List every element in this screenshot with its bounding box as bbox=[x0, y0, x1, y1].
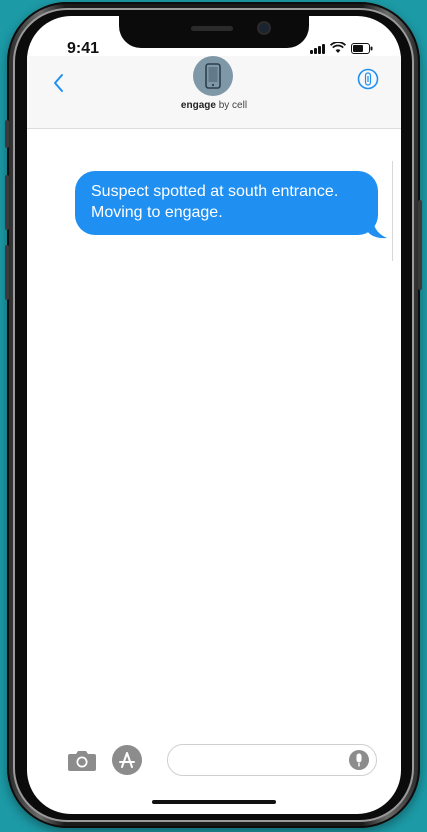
microphone-button[interactable] bbox=[349, 750, 369, 770]
contact-avatar[interactable] bbox=[193, 56, 233, 96]
phone-icon bbox=[205, 63, 221, 89]
signal-icon bbox=[310, 44, 325, 54]
app-store-icon bbox=[119, 752, 135, 768]
silent-switch bbox=[5, 120, 9, 148]
status-icons bbox=[310, 42, 373, 54]
scroll-indicator bbox=[392, 161, 393, 261]
info-icon bbox=[357, 68, 379, 90]
microphone-icon bbox=[356, 753, 362, 767]
message-text: Suspect spotted at south entrance. Movin… bbox=[91, 183, 339, 221]
camera-button[interactable] bbox=[67, 748, 97, 772]
wifi-icon bbox=[330, 42, 346, 53]
contact-name-brand: engage bbox=[180, 100, 216, 111]
stage: 9:41 engage by cell Suspect spotted at s… bbox=[0, 0, 427, 832]
message-bubble-outgoing[interactable]: Suspect spotted at south entrance. Movin… bbox=[75, 171, 378, 235]
front-camera bbox=[259, 23, 269, 33]
phone-screen: 9:41 engage by cell Suspect spotted at s… bbox=[27, 16, 401, 814]
battery-icon bbox=[351, 43, 373, 54]
message-input[interactable] bbox=[167, 744, 377, 776]
bubble-tail bbox=[367, 221, 387, 239]
contact-name-suffix: by cell bbox=[215, 100, 248, 111]
home-indicator[interactable] bbox=[152, 800, 276, 804]
app-store-button[interactable] bbox=[112, 745, 142, 775]
composer-bar bbox=[27, 742, 401, 778]
volume-up-button bbox=[5, 175, 9, 230]
volume-down-button bbox=[5, 245, 9, 300]
power-button bbox=[418, 200, 422, 290]
camera-icon bbox=[68, 751, 96, 771]
conversation-header: engage by cell bbox=[27, 56, 401, 129]
info-button[interactable] bbox=[357, 68, 379, 90]
back-button[interactable] bbox=[49, 70, 69, 96]
chevron-left-icon bbox=[54, 74, 63, 92]
contact-name[interactable]: engage by cell bbox=[27, 100, 401, 111]
notch bbox=[119, 16, 309, 48]
earpiece-speaker bbox=[191, 26, 233, 31]
